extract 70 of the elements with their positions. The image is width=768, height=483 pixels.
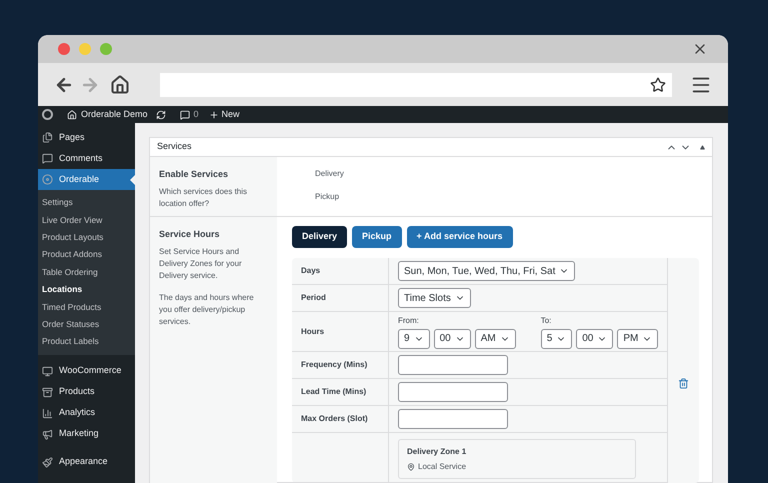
service-option: Pickup <box>315 191 344 203</box>
text-input[interactable] <box>398 382 508 402</box>
star-icon[interactable] <box>650 76 666 92</box>
sidebar-item[interactable]: Orderable <box>38 169 135 190</box>
select-field[interactable]: 5 <box>540 328 572 348</box>
service-tab[interactable]: Delivery <box>292 226 348 248</box>
service-tab[interactable]: Pickup <box>352 226 402 248</box>
submenu-item[interactable]: Product Addons <box>38 246 135 264</box>
menu-item-icon <box>42 386 53 398</box>
sidebar-item[interactable]: Marketing <box>38 424 135 445</box>
menu-item-icon <box>42 174 53 185</box>
submenu-item[interactable]: Settings <box>38 194 135 212</box>
sidebar-item[interactable]: Comments <box>38 148 135 169</box>
row-label: Days <box>301 265 320 277</box>
section-description: Which services does this location offer? <box>159 186 248 210</box>
submenu-item[interactable]: Product Layouts <box>38 228 135 246</box>
row-label: Lead Time (Mins) <box>301 386 366 398</box>
row-label: Max Orders (Slot) <box>301 413 368 425</box>
sidebar-item[interactable]: Products <box>38 382 135 403</box>
sidebar-item[interactable]: Pages <box>38 127 135 148</box>
select-field[interactable]: Sun, Mon, Tue, Wed, Thu, Fri, Sat <box>398 261 576 281</box>
current-pointer-icon <box>130 175 135 185</box>
row-label: Hours <box>301 326 324 338</box>
submenu-item[interactable]: Live Order View <box>38 211 135 229</box>
site-name-link[interactable]: Orderable Demo <box>81 108 148 122</box>
submenu-item[interactable]: Timed Products <box>38 298 135 316</box>
pin-icon <box>407 463 415 471</box>
home-icon[interactable] <box>110 74 130 94</box>
time-label: From: <box>398 314 420 326</box>
collapse-icon[interactable] <box>700 144 706 150</box>
time-label: To: <box>540 314 552 326</box>
menu-item-icon <box>42 456 53 468</box>
select-field[interactable]: PM <box>617 328 658 348</box>
menu-item-icon <box>42 428 53 440</box>
sidebar-item[interactable]: WooCommerce <box>38 360 135 382</box>
wordpress-logo-icon[interactable] <box>42 109 53 120</box>
service-option: Delivery <box>315 168 344 180</box>
select-field[interactable]: 9 <box>398 328 430 348</box>
section-title: Service Hours <box>159 228 221 241</box>
text-input[interactable] <box>398 409 508 429</box>
section-title: Enable Services <box>159 168 230 181</box>
menu-item-icon <box>42 153 53 164</box>
sidebar-item[interactable]: Analytics <box>38 402 135 424</box>
submenu-item[interactable]: Order Statuses <box>38 316 135 334</box>
select-field[interactable]: AM <box>474 328 516 348</box>
zone-type: Local Service <box>418 461 466 473</box>
new-link[interactable]: New <box>222 108 240 122</box>
zone-title: Delivery Zone 1 <box>407 446 468 458</box>
row-label: Frequency (Mins) <box>301 359 368 371</box>
select-field[interactable]: 00 <box>434 328 471 348</box>
submenu-item[interactable]: Locations <box>38 280 135 298</box>
submenu-item[interactable]: Product Labels <box>38 333 135 351</box>
delete-icon[interactable] <box>678 378 690 389</box>
plus-icon[interactable] <box>208 110 219 120</box>
sidebar-item[interactable]: Appearance <box>38 452 135 473</box>
comment-count[interactable]: 0 <box>194 108 199 122</box>
row-label: Period <box>301 292 326 304</box>
menu-item-icon <box>42 408 53 419</box>
add-service-hours-button[interactable]: + Add service hours <box>406 226 512 248</box>
select-field[interactable]: Time Slots <box>398 288 471 308</box>
section-description: The days and hours where you offer delivery/pickup services. <box>159 292 255 328</box>
menu-item-icon <box>42 132 53 143</box>
comment-icon[interactable] <box>180 110 190 120</box>
submenu-item[interactable]: Table Ordering <box>38 264 135 281</box>
text-input[interactable] <box>398 355 508 375</box>
panel-title: Services <box>157 140 192 154</box>
menu-item-icon <box>42 366 53 377</box>
section-description: Set Service Hours and Delivery Zones for your Delivery service. <box>159 246 243 282</box>
select-field[interactable]: 00 <box>576 328 614 348</box>
update-icon[interactable] <box>156 110 166 120</box>
